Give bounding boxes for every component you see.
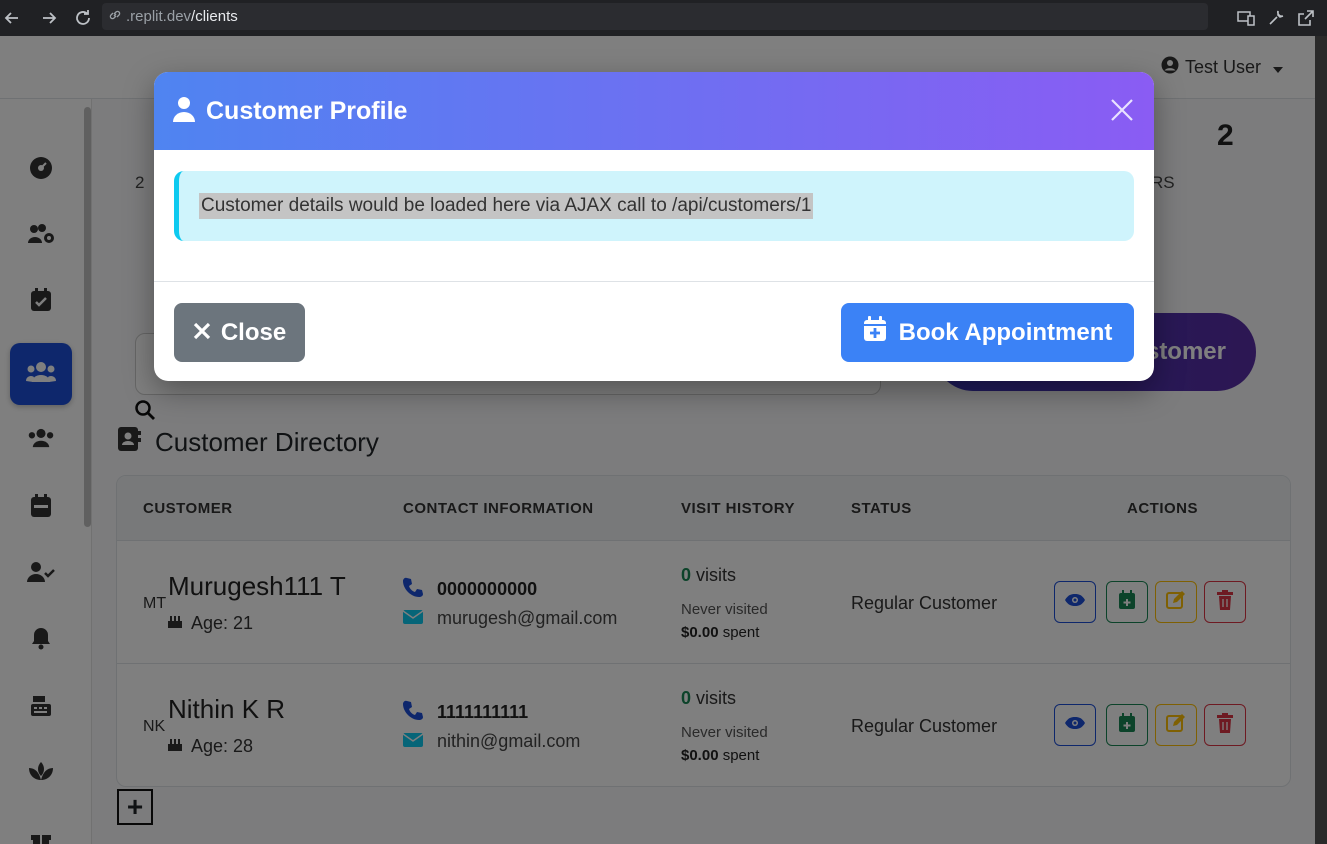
address-bar[interactable]: .replit.dev/clients <box>102 3 1208 30</box>
book-appointment-button[interactable]: Book Appointment <box>841 303 1134 362</box>
user-icon <box>172 96 196 127</box>
modal-footer: Close Book Appointment <box>154 281 1154 381</box>
forward-icon[interactable] <box>32 0 66 36</box>
wrench-icon[interactable] <box>1265 7 1287 29</box>
close-icon[interactable] <box>1108 96 1136 124</box>
close-button-label: Close <box>220 318 287 346</box>
modal-title: Customer Profile <box>206 96 408 125</box>
x-icon <box>193 319 211 347</box>
info-alert: Customer details would be loaded here vi… <box>174 171 1134 241</box>
customer-profile-modal: Customer Profile Customer details would … <box>154 72 1154 381</box>
open-external-icon[interactable] <box>1295 7 1317 29</box>
close-button[interactable]: Close <box>174 303 305 362</box>
modal-header: Customer Profile <box>154 72 1154 150</box>
back-icon[interactable] <box>0 0 24 36</box>
link-icon <box>108 8 122 26</box>
url-path: /clients <box>191 8 238 25</box>
devices-icon[interactable] <box>1235 7 1257 29</box>
page-scrollbar[interactable] <box>1315 36 1327 844</box>
browser-toolbar: .replit.dev/clients <box>0 0 1327 36</box>
alert-message: Customer details would be loaded here vi… <box>199 193 814 219</box>
reload-icon[interactable] <box>66 0 100 36</box>
calendar-plus-icon <box>863 316 887 349</box>
url-domain: .replit.dev <box>126 8 192 25</box>
book-appointment-label: Book Appointment <box>898 318 1113 346</box>
